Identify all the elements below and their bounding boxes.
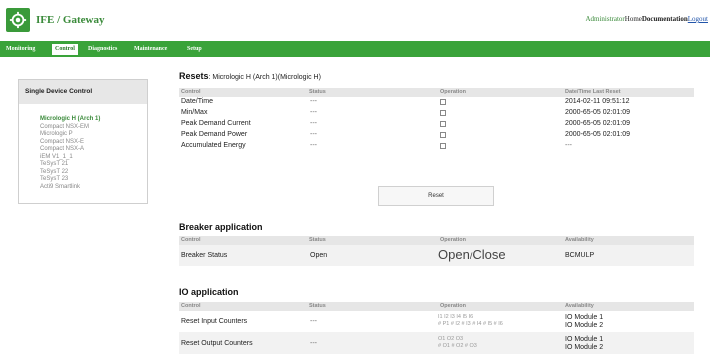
resets-table: Control Status Operation Date/Time Last … — [179, 88, 694, 151]
sidebar-item-micrologic-h[interactable]: Micrologic H (Arch 1) — [40, 116, 147, 124]
sidebar-item-compact-nsx-e[interactable]: Compact NSX-E — [40, 139, 147, 147]
reset-minmax-checkbox[interactable] — [440, 110, 446, 116]
device-list: Micrologic H (Arch 1) Compact NSX-EM Mic… — [19, 104, 147, 191]
reset-datetime-checkbox[interactable] — [440, 99, 446, 105]
breaker-table-header: Control Status Operation Availability — [179, 236, 694, 245]
breaker-status: Open — [310, 252, 328, 259]
output-counter-selector[interactable]: O1 O2 O3 # O1 # O2 # O3 — [438, 336, 477, 350]
sidebar-item-tesyst-21[interactable]: TeSysT 21 — [40, 161, 147, 169]
tab-setup[interactable]: Setup — [184, 44, 205, 55]
sidebar-title: Single Device Control — [19, 80, 147, 104]
io-table-header: Control Status Operation Availability — [179, 302, 694, 311]
sidebar-item-compact-nsx-em[interactable]: Compact NSX-EM — [40, 124, 147, 132]
sidebar-item-tesyst-22[interactable]: TeSysT 22 — [40, 169, 147, 177]
reset-energy-checkbox[interactable] — [440, 143, 446, 149]
breaker-title: Breaker application — [179, 222, 263, 232]
table-row: Accumulated Energy --- --- — [179, 140, 694, 151]
app-header: IFE / Gateway AdministratorHomeDocumenta… — [0, 0, 710, 40]
reset-button[interactable]: Reset — [378, 186, 494, 206]
breaker-open-close-control: Open/Close — [438, 247, 506, 262]
sidebar-item-tesyst-23[interactable]: TeSysT 23 — [40, 176, 147, 184]
table-row: Peak Demand Power --- 2000-65-05 02:01:0… — [179, 129, 694, 140]
sidebar-item-acti9-smartlink[interactable]: Acti9 Smartlink — [40, 184, 147, 192]
sidebar-item-compact-nsx-a[interactable]: Compact NSX-A — [40, 146, 147, 154]
reset-peak-current-checkbox[interactable] — [440, 121, 446, 127]
col-status: Status — [309, 89, 326, 95]
sidebar-item-iem[interactable]: iEM V1_1_1 — [40, 154, 147, 162]
breaker-open-button[interactable]: Open — [438, 247, 470, 262]
app-title: IFE / Gateway — [36, 14, 105, 26]
table-row: Date/Time --- 2014-02-11 09:51:12 — [179, 97, 694, 107]
home-link[interactable]: Home — [625, 15, 642, 23]
table-row: Min/Max --- 2000-65-05 02:01:09 — [179, 107, 694, 118]
io-table: Control Status Operation Availability Re… — [179, 302, 694, 354]
reset-peak-power-checkbox[interactable] — [440, 132, 446, 138]
main-navigation: Monitoring Control Diagnostics Maintenan… — [0, 41, 710, 57]
top-links: AdministratorHomeDocumentationLogout — [585, 15, 708, 23]
device-sidebar: Single Device Control Micrologic H (Arch… — [18, 79, 148, 204]
tab-control[interactable]: Control — [52, 44, 78, 55]
tab-diagnostics[interactable]: Diagnostics — [85, 44, 120, 55]
table-row: Reset Output Counters --- O1 O2 O3 # O1 … — [179, 332, 694, 354]
breaker-close-button[interactable]: Close — [472, 247, 505, 262]
col-operation: Operation — [440, 89, 466, 95]
table-row: Breaker Status Open Open/Close BCMULP — [179, 245, 694, 266]
documentation-link[interactable]: Documentation — [642, 15, 688, 23]
table-row: Reset Input Counters --- I1 I2 I3 I4 I5 … — [179, 311, 694, 332]
gateway-logo-icon — [6, 8, 30, 32]
input-counter-selector[interactable]: I1 I2 I3 I4 I5 I6 # P1 # I2 # I3 # I4 # … — [438, 314, 503, 328]
sidebar-item-micrologic-p[interactable]: Micrologic P — [40, 131, 147, 139]
col-control: Control — [181, 89, 201, 95]
tab-maintenance[interactable]: Maintenance — [131, 44, 170, 55]
breaker-table: Control Status Operation Availability Br… — [179, 236, 694, 266]
tab-monitoring[interactable]: Monitoring — [3, 44, 38, 55]
resets-table-header: Control Status Operation Date/Time Last … — [179, 88, 694, 97]
io-title: IO application — [179, 287, 239, 297]
resets-title: Resets: Micrologic H (Arch 1)(Micrologic… — [179, 71, 321, 81]
admin-link[interactable]: Administrator — [585, 15, 624, 23]
table-row: Peak Demand Current --- 2000-65-05 02:01… — [179, 118, 694, 129]
resets-subtitle: : Micrologic H (Arch 1)(Micrologic H) — [208, 74, 321, 81]
logout-link[interactable]: Logout — [688, 15, 708, 23]
col-last-reset: Date/Time Last Reset — [565, 89, 621, 95]
